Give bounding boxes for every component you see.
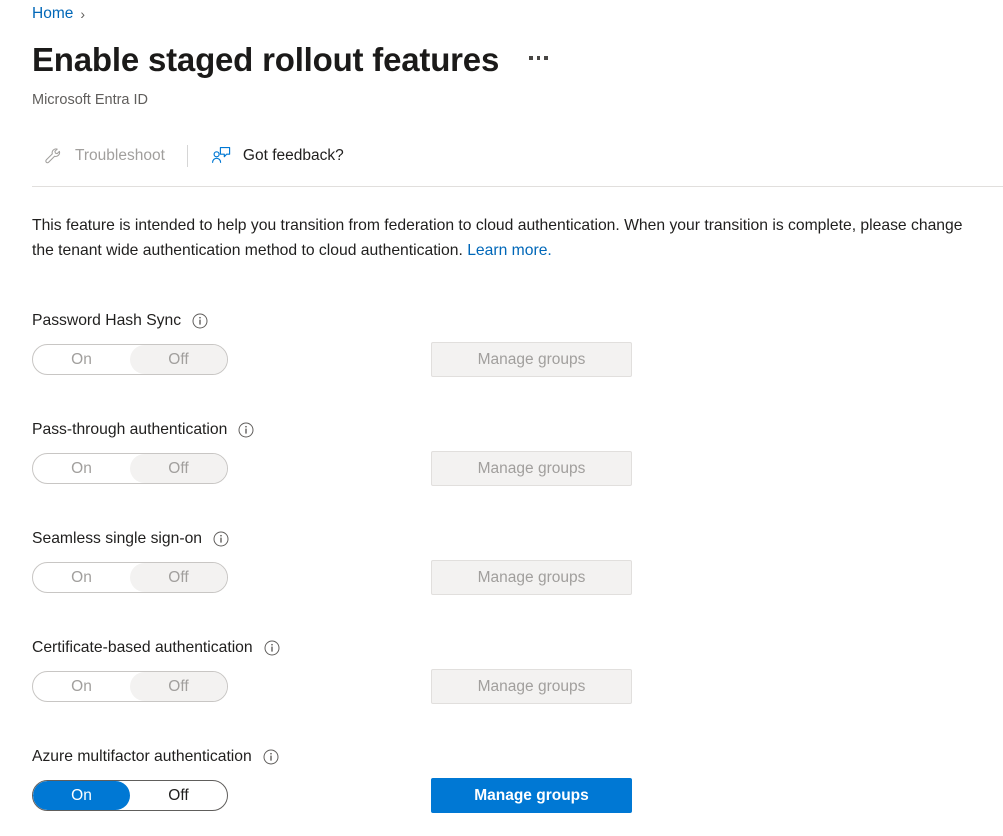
feature-toggle[interactable]: On Off (32, 671, 228, 702)
command-bar: Troubleshoot Got feedback? (32, 136, 354, 176)
ellipsis-icon[interactable] (525, 50, 552, 70)
toggle-option-on[interactable]: On (33, 454, 130, 483)
feature-label: Seamless single sign-on (32, 530, 229, 548)
info-icon[interactable] (263, 749, 279, 765)
feature-label: Pass-through authentication (32, 421, 254, 439)
feature-label: Password Hash Sync (32, 312, 208, 330)
toggle-option-off[interactable]: Off (130, 672, 227, 701)
feature-row: Certificate-based authentication On Off … (0, 627, 1003, 736)
feature-name: Azure multifactor authentication (32, 748, 252, 766)
command-troubleshoot-label: Troubleshoot (75, 147, 165, 165)
info-icon[interactable] (192, 313, 208, 329)
toggle-option-off[interactable]: Off (130, 781, 227, 810)
feature-row: Seamless single sign-on On Off Manage gr… (0, 518, 1003, 627)
manage-groups-button: Manage groups (431, 342, 632, 377)
page-title: Enable staged rollout features (32, 40, 499, 80)
command-got-feedback[interactable]: Got feedback? (200, 136, 354, 176)
manage-groups-button: Manage groups (431, 669, 632, 704)
learn-more-link[interactable]: Learn more. (467, 242, 552, 259)
feature-toggle[interactable]: On Off (32, 453, 228, 484)
toggle-option-off[interactable]: Off (130, 563, 227, 592)
description-text: This feature is intended to help you tra… (32, 213, 982, 264)
command-troubleshoot[interactable]: Troubleshoot (32, 136, 175, 176)
breadcrumb: Home › (32, 6, 85, 22)
toggle-option-on[interactable]: On (33, 781, 130, 810)
feature-row: Pass-through authentication On Off Manag… (0, 409, 1003, 518)
toggle-option-on[interactable]: On (33, 345, 130, 374)
chevron-right-icon: › (80, 7, 85, 21)
manage-groups-button: Manage groups (431, 560, 632, 595)
info-icon[interactable] (213, 531, 229, 547)
feature-toggle[interactable]: On Off (32, 780, 228, 811)
feature-row: Password Hash Sync On Off Manage groups (0, 300, 1003, 409)
feature-name: Certificate-based authentication (32, 639, 253, 657)
command-got-feedback-label: Got feedback? (243, 147, 344, 165)
feature-row: Azure multifactor authentication On Off … (0, 736, 1003, 836)
page-subtitle: Microsoft Entra ID (32, 91, 148, 110)
manage-groups-button[interactable]: Manage groups (431, 778, 632, 813)
page-title-row: Enable staged rollout features (32, 40, 552, 80)
wrench-icon (42, 145, 64, 167)
info-icon[interactable] (238, 422, 254, 438)
toggle-option-on[interactable]: On (33, 563, 130, 592)
feature-name: Pass-through authentication (32, 421, 227, 439)
feature-label: Certificate-based authentication (32, 639, 280, 657)
feature-label: Azure multifactor authentication (32, 748, 279, 766)
toggle-option-off[interactable]: Off (130, 345, 227, 374)
feature-name: Seamless single sign-on (32, 530, 202, 548)
breadcrumb-item-home[interactable]: Home (32, 6, 73, 22)
feedback-person-icon (210, 145, 232, 167)
feature-toggle[interactable]: On Off (32, 344, 228, 375)
manage-groups-button: Manage groups (431, 451, 632, 486)
feature-name: Password Hash Sync (32, 312, 181, 330)
toggle-option-off[interactable]: Off (130, 454, 227, 483)
feature-toggle[interactable]: On Off (32, 562, 228, 593)
command-bar-bottom-divider (32, 186, 1003, 187)
feature-list: Password Hash Sync On Off Manage groups … (0, 300, 1003, 836)
toggle-option-on[interactable]: On (33, 672, 130, 701)
info-icon[interactable] (264, 640, 280, 656)
command-bar-divider (187, 145, 188, 167)
